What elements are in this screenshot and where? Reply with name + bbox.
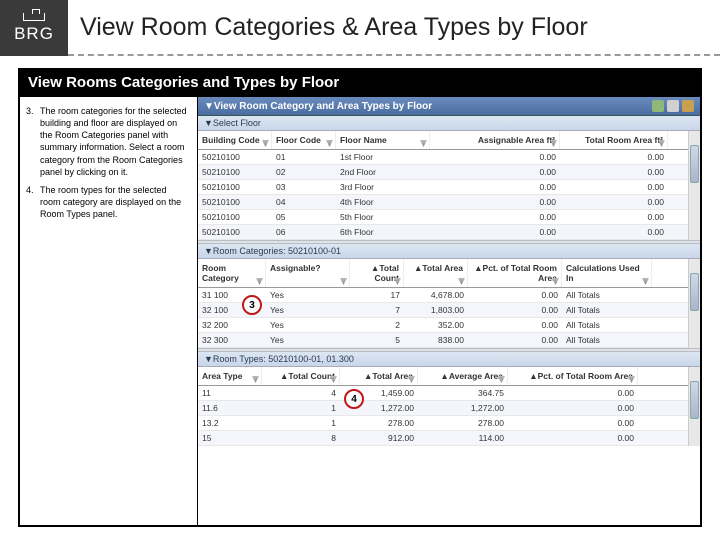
filter-icon[interactable]: [256, 278, 263, 285]
col-total-room-area[interactable]: Total Room Area ft²: [560, 131, 668, 149]
table-row[interactable]: 13.21278.00278.000.00: [198, 416, 700, 431]
col-total-count[interactable]: ▲Total Count: [262, 367, 340, 385]
col-floor-name[interactable]: Floor Name: [336, 131, 430, 149]
col-pct-total[interactable]: ▲Pct. of Total Room Area: [468, 259, 562, 287]
table-row[interactable]: 50210100066th Floor0.000.00: [198, 225, 700, 240]
step-marker-3: 3: [242, 295, 262, 315]
add-icon[interactable]: [652, 100, 664, 112]
col-calc-used[interactable]: Calculations Used In: [562, 259, 652, 287]
col-avg-area[interactable]: ▲Average Area: [418, 367, 508, 385]
table-row[interactable]: 158912.00114.000.00: [198, 431, 700, 446]
panel-header-categories[interactable]: ▼Room Categories: 50210100-01: [198, 244, 700, 259]
table-row[interactable]: 50210100044th Floor0.000.00: [198, 195, 700, 210]
table-row[interactable]: 1141,459.00364.750.00: [198, 386, 700, 401]
filter-icon[interactable]: [642, 278, 649, 285]
brand-logo: BRG: [0, 0, 68, 56]
col-total-count[interactable]: ▲Total Count: [350, 259, 404, 287]
col-area-type[interactable]: Area Type: [198, 367, 262, 385]
filter-icon[interactable]: [458, 278, 465, 285]
col-room-category[interactable]: Room Category: [198, 259, 266, 287]
scrollbar[interactable]: [688, 131, 700, 240]
col-total-area[interactable]: ▲Total Area: [340, 367, 418, 385]
col-building-code[interactable]: Building Code: [198, 131, 272, 149]
table-row[interactable]: 50210100011st Floor0.000.00: [198, 150, 700, 165]
col-pct-total[interactable]: ▲Pct. of Total Room Area: [508, 367, 638, 385]
col-total-area[interactable]: ▲Total Area: [404, 259, 468, 287]
filter-icon[interactable]: [420, 140, 427, 147]
table-row[interactable]: 31 100Yes174,678.000.00All Totals: [198, 288, 700, 303]
table-row[interactable]: 32 300Yes5838.000.00All Totals: [198, 333, 700, 348]
filter-icon[interactable]: [340, 278, 347, 285]
table-row[interactable]: 32 200Yes2352.000.00All Totals: [198, 318, 700, 333]
step-marker-4: 4: [344, 389, 364, 409]
table-row[interactable]: 11.611,272.001,272.000.00: [198, 401, 700, 416]
scrollbar[interactable]: [688, 367, 700, 446]
col-assignable-area[interactable]: Assignable Area ft²: [430, 131, 560, 149]
table-row[interactable]: 50210100022nd Floor0.000.00: [198, 165, 700, 180]
filter-icon[interactable]: [262, 140, 269, 147]
select-floor-subheader[interactable]: ▼Select Floor: [198, 116, 700, 131]
page-title: View Room Categories & Area Types by Flo…: [68, 0, 720, 56]
col-floor-code[interactable]: Floor Code: [272, 131, 336, 149]
table-row[interactable]: 32 100Yes71,803.000.00All Totals: [198, 303, 700, 318]
export-icon[interactable]: [682, 100, 694, 112]
filter-icon[interactable]: [326, 140, 333, 147]
table-row[interactable]: 50210100055th Floor0.000.00: [198, 210, 700, 225]
print-icon[interactable]: [667, 100, 679, 112]
table-row[interactable]: 50210100033rd Floor0.000.00: [198, 180, 700, 195]
instruction-steps: 3.The room categories for the selected b…: [20, 97, 198, 525]
scrollbar[interactable]: [688, 259, 700, 348]
filter-icon[interactable]: [252, 376, 259, 383]
section-title: View Rooms Categories and Types by Floor: [18, 68, 702, 97]
col-assignable[interactable]: Assignable?: [266, 259, 350, 287]
app-screenshot: ▼View Room Category and Area Types by Fl…: [198, 97, 700, 525]
panel-header-types[interactable]: ▼Room Types: 50210100-01, 01.300: [198, 352, 700, 367]
panel-header-floor[interactable]: ▼View Room Category and Area Types by Fl…: [198, 97, 700, 116]
